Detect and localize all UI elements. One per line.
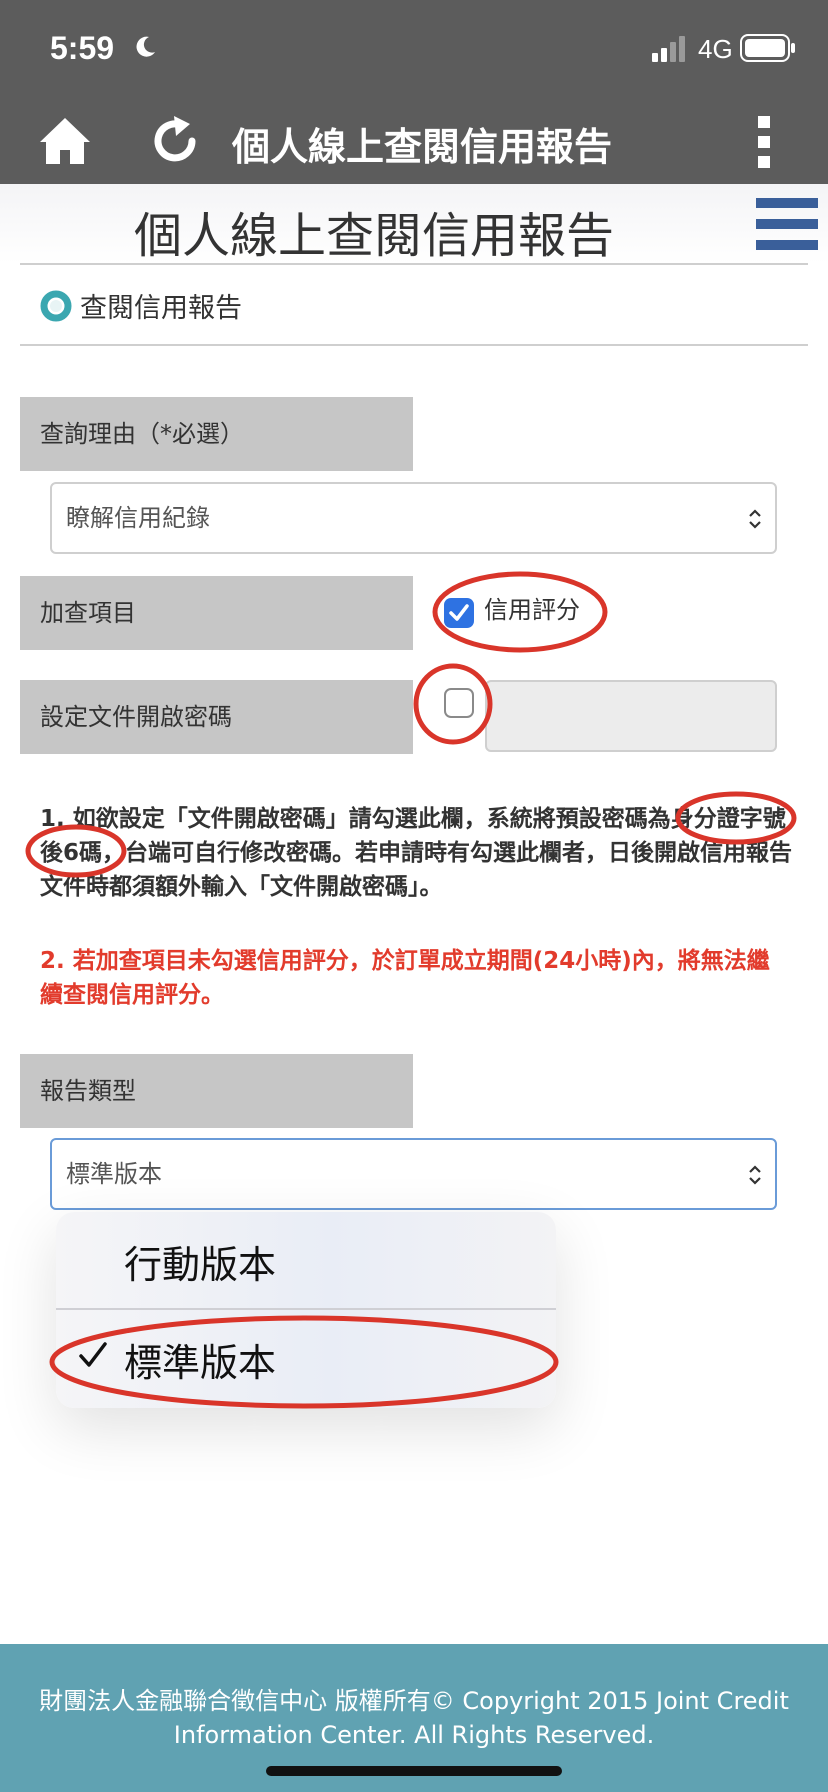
- section-divider: [20, 344, 808, 346]
- reason-select-value: 瞭解信用紀錄: [66, 504, 210, 532]
- status-bar: 5:59 4G: [0, 0, 828, 100]
- dropdown-option-label: 標準版本: [124, 1341, 277, 1385]
- password-input[interactable]: [485, 680, 777, 752]
- network-label: 4G: [698, 34, 733, 64]
- footer-copyright: 財團法人金融聯合徵信中心 版權所有© Copyright 2015 Joint …: [39, 1687, 789, 1749]
- select-arrows-icon: [749, 1165, 761, 1185]
- note-password: 1. 如欲設定「文件開啟密碼」請勾選此欄，系統將預設密碼為身分證字號後6碼，台端…: [40, 806, 793, 900]
- app-toolbar: 個人線上查閱信用報告: [0, 100, 828, 184]
- credit-score-checkbox[interactable]: [444, 598, 474, 628]
- page-title: 個人線上查閱信用報告: [134, 208, 615, 264]
- moon-icon: [136, 36, 155, 57]
- report-type-dropdown: 行動版本 標準版本: [56, 1212, 556, 1408]
- note-credit-score: 2. 若加查項目未勾選信用評分，於訂單成立期間(24小時)內，將無法繼續查閱信用…: [40, 948, 770, 1008]
- dropdown-option-standard[interactable]: 標準版本: [56, 1310, 556, 1406]
- select-arrows-icon: [749, 509, 761, 529]
- reason-label: 查詢理由（*必選）: [20, 397, 413, 471]
- radio-ring-icon: [40, 290, 72, 322]
- reason-select[interactable]: 瞭解信用紀錄: [50, 482, 777, 554]
- checkmark-icon: [449, 604, 469, 621]
- home-icon[interactable]: [38, 114, 92, 168]
- password-checkbox[interactable]: [444, 688, 474, 718]
- check-icon: [79, 1342, 107, 1367]
- report-type-label: 報告類型: [20, 1054, 413, 1128]
- battery-icon: [740, 34, 795, 62]
- dropdown-option-mobile[interactable]: 行動版本: [56, 1212, 556, 1308]
- reload-icon[interactable]: [148, 114, 202, 168]
- section-label: 查閱信用報告: [80, 293, 242, 324]
- toolbar-title: 個人線上查閱信用報告: [232, 125, 613, 169]
- password-label: 設定文件開啟密碼: [20, 680, 413, 754]
- status-time: 5:59: [50, 30, 115, 66]
- header-divider: [20, 263, 808, 265]
- extra-item-label: 加查項目: [20, 576, 413, 650]
- page-header: 個人線上查閱信用報告: [0, 184, 828, 264]
- report-type-select-value: 標準版本: [66, 1160, 162, 1188]
- hamburger-menu-icon[interactable]: [756, 194, 818, 254]
- dropdown-option-label: 行動版本: [124, 1243, 277, 1287]
- credit-score-label: 信用評分: [484, 596, 580, 624]
- signal-icon: [652, 36, 685, 62]
- home-indicator[interactable]: [266, 1766, 562, 1776]
- more-icon[interactable]: [752, 112, 776, 172]
- report-type-select[interactable]: 標準版本: [50, 1138, 777, 1210]
